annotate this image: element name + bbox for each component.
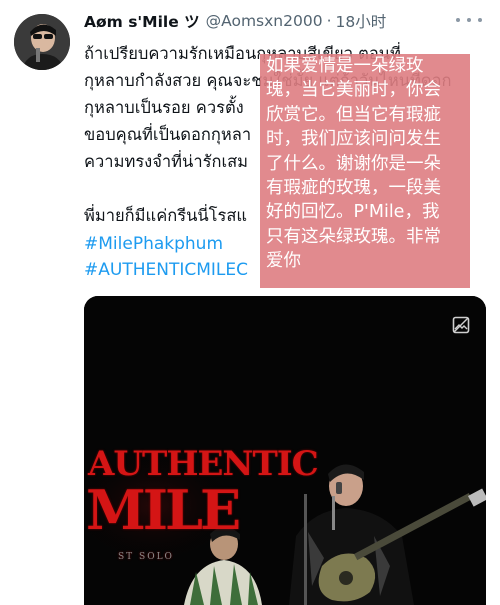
tweet-timestamp[interactable]: 18小时 <box>336 10 387 32</box>
hashtag-link[interactable]: #AUTHENTICMILEC <box>84 260 248 280</box>
sensitive-media-icon[interactable] <box>452 316 470 334</box>
more-options-icon[interactable] <box>456 10 482 30</box>
tweet-media[interactable]: AUTHENTIC MILE ST SOLO <box>84 296 486 605</box>
display-name[interactable]: Aøm s'Mile ツ <box>84 10 200 32</box>
avatar[interactable] <box>14 14 70 70</box>
separator-dot: · <box>326 12 332 30</box>
tweet-header: Aøm s'Mile ツ @Aomsxn2000 · 18小时 <box>84 10 450 32</box>
translation-text: 如果爱情是一朵绿玫 瑰，当它美丽时，你会 欣赏它。但当它有瑕疵 时，我们应该问问… <box>266 56 441 272</box>
user-handle[interactable]: @Aomsxn2000 <box>206 12 323 30</box>
hashtag-link[interactable]: #MilePhakphum <box>84 234 223 254</box>
translation-overlay: 如果爱情是一朵绿玫 瑰，当它美丽时，你会 欣赏它。但当它有瑕疵 时，我们应该问问… <box>260 54 470 288</box>
